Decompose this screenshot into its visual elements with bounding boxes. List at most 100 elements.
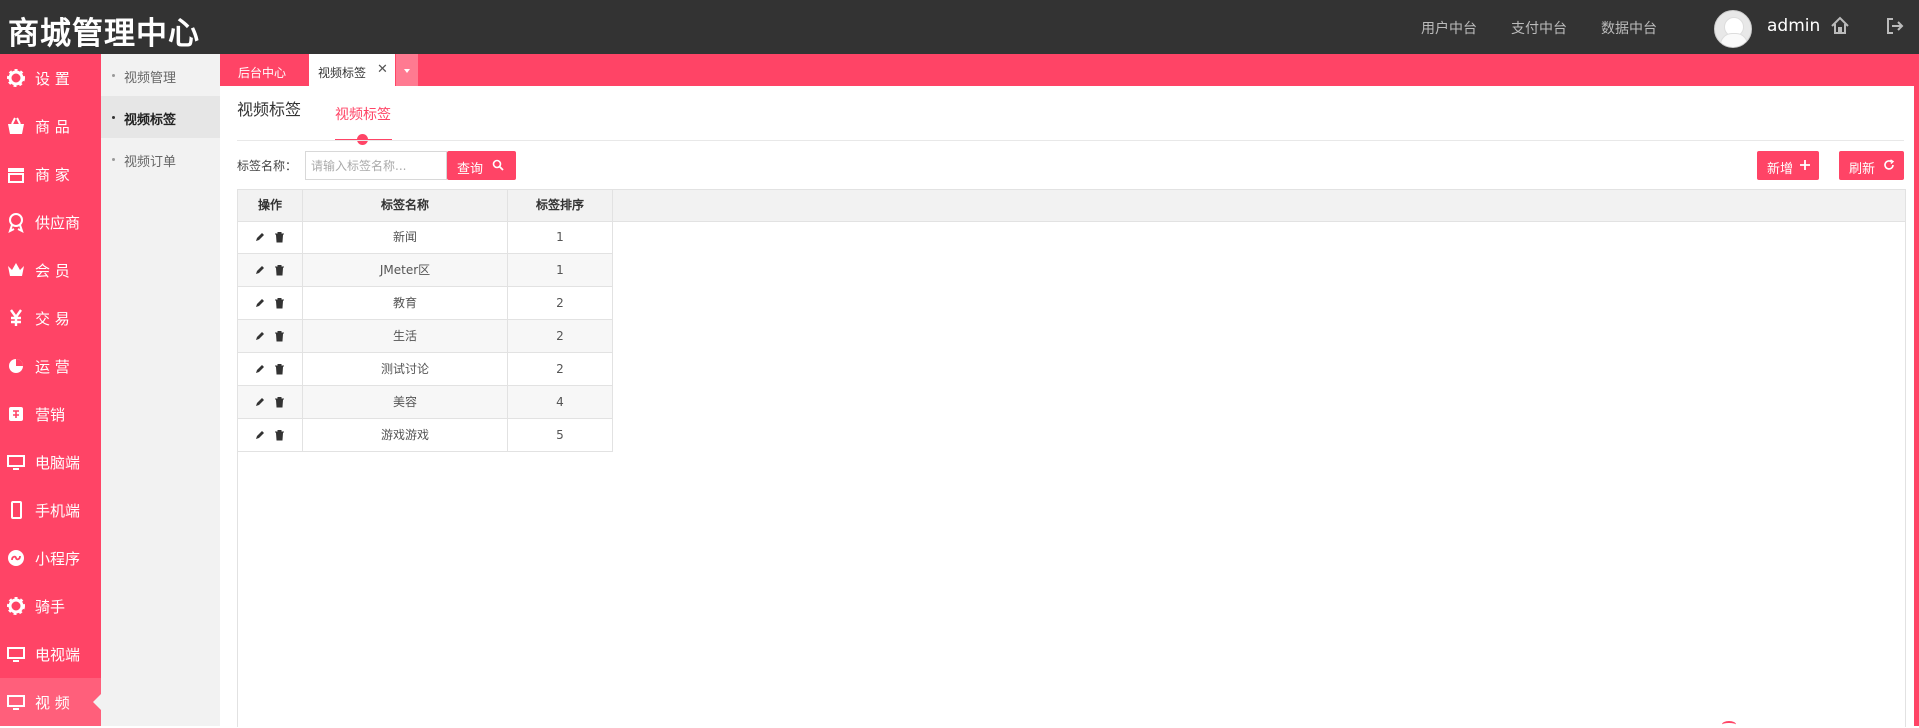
tag-name-search-input[interactable] [305, 151, 447, 180]
close-icon[interactable]: ✕ [377, 62, 388, 77]
sidebar-item-video[interactable]: 视 频 [0, 678, 101, 726]
trash-icon[interactable] [274, 297, 285, 309]
sidebar-item-label: 供应商 [35, 214, 81, 232]
edit-icon[interactable] [254, 363, 265, 375]
edit-icon[interactable] [254, 429, 265, 441]
award-icon [8, 213, 24, 233]
trash-icon[interactable] [274, 429, 285, 441]
trash-icon[interactable] [274, 231, 285, 243]
table-row: 教育 2 [238, 287, 613, 320]
trash-icon[interactable] [274, 264, 285, 276]
sidebar-item-trade[interactable]: 交 易 [0, 294, 101, 342]
refresh-icon [1884, 159, 1895, 170]
user-name[interactable]: admin [1767, 16, 1820, 36]
sidebar-item-mobile[interactable]: 手机端 [0, 486, 101, 534]
sidebar-item-operation[interactable]: 运 营 [0, 342, 101, 390]
sidebar-item-label: 营销 [35, 406, 66, 424]
edit-icon[interactable] [254, 264, 265, 276]
table-row: 美容 4 [238, 386, 613, 419]
sidebar-item-label: 视 频 [35, 694, 70, 712]
sidebar-item-label: 商 家 [35, 166, 70, 184]
subnav-item-label: 视频标签 [124, 113, 177, 128]
plus-icon [1800, 160, 1810, 170]
tag-sort-cell: 1 [508, 254, 613, 286]
search-icon [492, 159, 504, 171]
sidebar-item-marketing[interactable]: 营销 [0, 390, 101, 438]
tag-name-cell: 教育 [303, 287, 508, 319]
sidebar-item-label: 会 员 [35, 262, 70, 280]
sidebar-item-tv[interactable]: 电视端 [0, 630, 101, 678]
sidebar-item-label: 电脑端 [35, 454, 81, 472]
top-nav-data-center[interactable]: 数据中台 [1601, 18, 1657, 38]
pie-chart-icon [9, 359, 23, 373]
content-divider [237, 140, 1904, 141]
decorative-mark [1722, 721, 1736, 728]
tab-home[interactable]: 后台中心 [220, 54, 308, 86]
search-button-label: 查询 [457, 162, 484, 177]
tab-label: 视频标签 [318, 66, 367, 80]
sub-navigation: 视频管理 视频标签 视频订单 [101, 54, 220, 726]
tab-more-dropdown[interactable] [396, 54, 418, 86]
top-nav-user-center[interactable]: 用户中台 [1421, 18, 1477, 38]
trash-icon[interactable] [274, 330, 285, 342]
table-row: JMeter区 1 [238, 254, 613, 287]
tag-table: 操作 标签名称 标签排序 新闻 1 JMeter区 1 教育 2 生活 2 测试… [237, 189, 1906, 727]
top-header: 商城管理中心 用户中台 支付中台 数据中台 admin [0, 0, 1919, 54]
tab-video-tags[interactable]: 视频标签 ✕ [309, 54, 395, 86]
sidebar-item-merchant[interactable]: 商 家 [0, 150, 101, 198]
tag-sort-cell: 1 [508, 221, 613, 253]
subnav-item-video-tags[interactable]: 视频标签 [101, 96, 220, 138]
crown-icon [8, 263, 24, 276]
search-label: 标签名称： [237, 159, 298, 173]
sidebar-item-label: 商 品 [35, 118, 70, 136]
caret-down-icon [404, 69, 410, 73]
home-icon[interactable] [1829, 13, 1851, 39]
edit-icon[interactable] [254, 297, 265, 309]
refresh-button[interactable]: 刷新 [1839, 151, 1904, 180]
action-cell [238, 419, 303, 451]
edit-icon[interactable] [254, 330, 265, 342]
sidebar: 设 置 商 品 商 家 供应商 会 员 交 易 运 营 营销 电脑端 手机端 小… [0, 54, 101, 726]
tag-sort-cell: 4 [508, 386, 613, 418]
avatar[interactable] [1714, 10, 1752, 48]
sidebar-item-label: 手机端 [35, 502, 81, 520]
monitor-icon [7, 455, 25, 470]
sidebar-item-member[interactable]: 会 员 [0, 246, 101, 294]
action-cell [238, 320, 303, 352]
sidebar-item-rider[interactable]: 骑手 [0, 582, 101, 630]
edit-icon[interactable] [254, 231, 265, 243]
table-row: 新闻 1 [238, 221, 613, 254]
page-title: 视频标签 [237, 100, 302, 119]
promo-icon [9, 407, 23, 421]
store-icon [8, 168, 24, 183]
refresh-button-label: 刷新 [1849, 162, 1876, 177]
action-cell [238, 221, 303, 253]
trash-icon[interactable] [274, 396, 285, 408]
subnav-item-video-manage[interactable]: 视频管理 [101, 54, 220, 96]
edit-icon[interactable] [254, 396, 265, 408]
subnav-item-label: 视频管理 [124, 71, 177, 86]
column-header-tag-name[interactable]: 标签名称 [303, 190, 508, 221]
sidebar-item-label: 小程序 [35, 550, 81, 568]
mobile-icon [11, 501, 22, 519]
content-tab-video-tags[interactable]: 视频标签 [335, 104, 391, 124]
monitor-icon [7, 695, 25, 710]
add-button-label: 新增 [1767, 162, 1794, 177]
action-cell [238, 353, 303, 385]
tab-label: 后台中心 [238, 66, 287, 80]
sidebar-item-goods[interactable]: 商 品 [0, 102, 101, 150]
sidebar-item-settings[interactable]: 设 置 [0, 54, 101, 102]
tag-name-cell: 游戏游戏 [303, 419, 508, 451]
sidebar-item-pc[interactable]: 电脑端 [0, 438, 101, 486]
top-nav-payment-center[interactable]: 支付中台 [1511, 18, 1567, 38]
sidebar-item-supplier[interactable]: 供应商 [0, 198, 101, 246]
search-button[interactable]: 查询 [447, 151, 516, 180]
subnav-item-video-orders[interactable]: 视频订单 [101, 138, 220, 180]
column-header-tag-sort[interactable]: 标签排序 [508, 190, 613, 221]
trash-icon[interactable] [274, 363, 285, 375]
add-button[interactable]: 新增 [1757, 151, 1819, 180]
logout-icon[interactable] [1884, 13, 1906, 39]
monitor-icon [7, 647, 25, 662]
sidebar-item-mini-program[interactable]: 小程序 [0, 534, 101, 582]
right-scroll-edge [1914, 54, 1919, 726]
